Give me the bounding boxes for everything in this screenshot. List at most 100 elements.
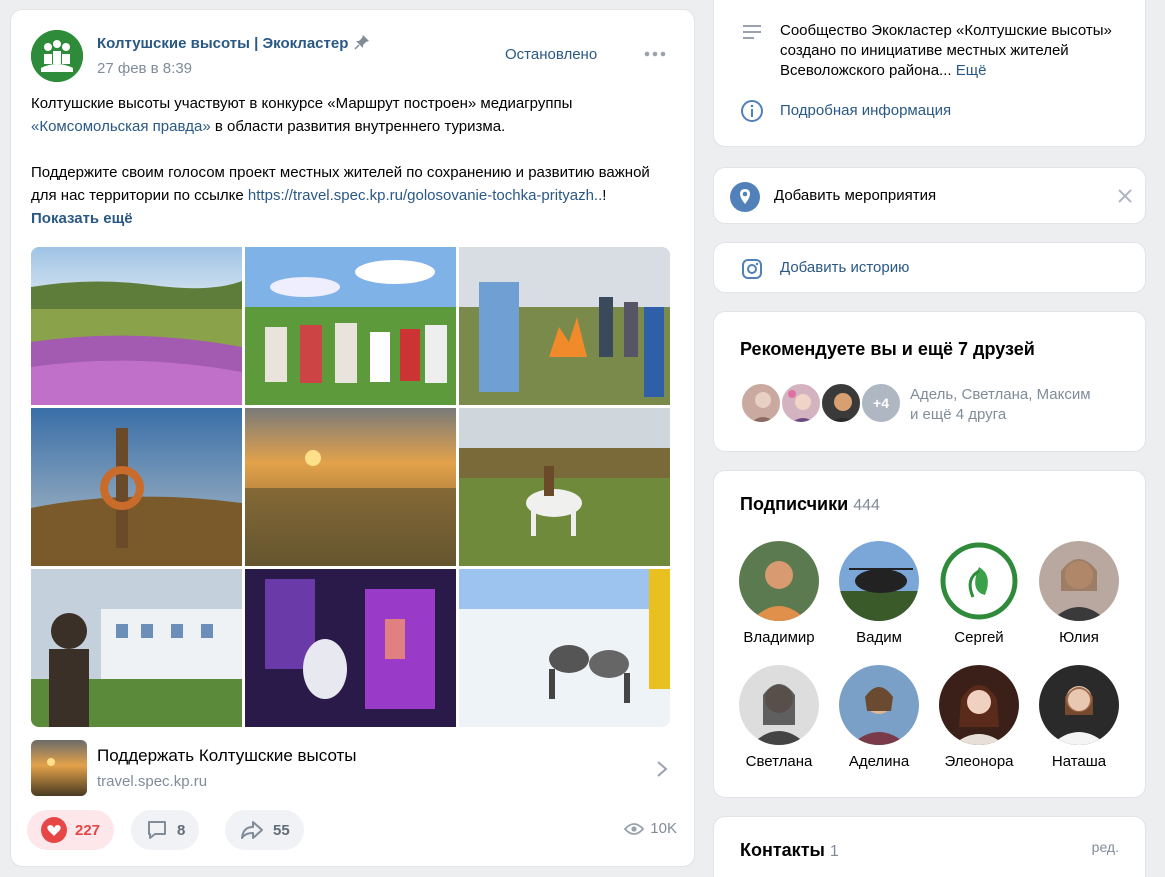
comment-button[interactable]: 8: [131, 810, 200, 850]
avatar: [839, 541, 919, 621]
photo-wreath-pole[interactable]: [31, 408, 242, 566]
recommend-names-more: и ещё 4 друга: [910, 406, 1007, 423]
edit-contacts-link[interactable]: ред.: [1092, 839, 1119, 855]
attachment-title[interactable]: Поддержать Колтушские высоты: [97, 746, 357, 766]
about-more-link[interactable]: Ещё: [956, 62, 987, 79]
link-attachment[interactable]: Поддержать Колтушские высоты travel.spec…: [31, 740, 676, 798]
add-story-card[interactable]: Добавить историю: [713, 242, 1146, 293]
more-icon[interactable]: [643, 44, 667, 64]
contacts-count: 1: [829, 843, 839, 860]
recommend-card: Рекомендуете вы и ещё 7 друзей +4 Адель,…: [713, 311, 1146, 452]
attachment-url: travel.spec.kp.ru: [97, 773, 208, 790]
avatar: [1039, 665, 1119, 745]
about-text: Сообщество Экокластер «Колтушские высоты…: [780, 21, 1120, 81]
author-name[interactable]: Колтушские высоты | Экокластер: [97, 35, 348, 52]
eye-icon: [624, 822, 645, 835]
avatar: [739, 541, 819, 621]
photo-bust-building[interactable]: [31, 569, 242, 727]
share-button[interactable]: 55: [225, 810, 304, 850]
text-fragment: !: [602, 187, 607, 204]
comment-icon: [148, 821, 166, 839]
close-icon[interactable]: [1114, 185, 1136, 207]
views-counter: 10K: [624, 820, 677, 837]
photo-museum-lights[interactable]: [245, 569, 456, 727]
text-fragment: Колтушские высоты участвуют в конкурсе «…: [31, 95, 573, 112]
like-count: 227: [75, 821, 101, 839]
add-events-card[interactable]: Добавить мероприятия: [713, 167, 1146, 224]
instagram-icon: [742, 259, 762, 279]
photo-bonfire-dance[interactable]: [459, 247, 670, 405]
kp-link[interactable]: «Комсомольская правда»: [31, 118, 211, 135]
photo-gallery: [31, 247, 671, 727]
location-pin-icon: [730, 182, 760, 212]
about-card: Сообщество Экокластер «Колтушские высоты…: [713, 0, 1146, 147]
heart-icon: [41, 817, 67, 843]
post-actions: 227 8 55 10K: [27, 810, 677, 854]
share-icon: [241, 821, 263, 839]
friend-avatar[interactable]: [740, 382, 782, 424]
subscriber[interactable]: Аделина: [831, 665, 927, 770]
views-count: 10K: [650, 820, 677, 837]
subscriber[interactable]: Юлия: [1031, 541, 1127, 646]
about-description: Сообщество Экокластер «Колтушские высоты…: [780, 22, 1112, 79]
avatar: [839, 665, 919, 745]
avatar: [939, 541, 1019, 621]
post-author[interactable]: Колтушские высоты | Экокластер: [97, 34, 370, 52]
subscriber-name: Сергей: [954, 629, 1004, 646]
subscribers-count: 444: [853, 497, 880, 514]
subscriber-name: Владимир: [743, 629, 815, 646]
recommend-names-line: Адель, Светлана, Максим: [910, 386, 1091, 403]
contacts-card: Контакты 1 ред.: [713, 816, 1146, 877]
subscriber-name: Юлия: [1059, 629, 1099, 646]
post-paragraph-2: Поддержите своим голосом проект местных …: [31, 161, 676, 230]
status-stopped[interactable]: Остановлено: [505, 46, 597, 63]
more-friends-badge[interactable]: +4: [860, 382, 902, 424]
subscriber-name: Светлана: [745, 753, 813, 770]
recommend-title: Рекомендуете вы и ещё 7 друзей: [740, 339, 1035, 359]
subscribers-title[interactable]: Подписчики 444: [740, 494, 880, 515]
subscriber[interactable]: Светлана: [731, 665, 827, 770]
recommend-names[interactable]: Адель, Светлана, Максим и ещё 4 друга: [910, 385, 1091, 425]
photo-horse-rider[interactable]: [459, 408, 670, 566]
like-button[interactable]: 227: [27, 810, 115, 850]
chevron-right-icon[interactable]: [656, 760, 668, 778]
avatar: [939, 665, 1019, 745]
photo-meadow-fireweed[interactable]: [31, 247, 242, 405]
subscribers-card: Подписчики 444 Владимир Вадим Сергей Юли…: [713, 470, 1146, 798]
post-paragraph-1: Колтушские высоты участвуют в конкурсе «…: [31, 92, 676, 138]
add-events-label[interactable]: Добавить мероприятия: [774, 187, 936, 204]
photo-husky-sled[interactable]: [459, 569, 670, 727]
friend-avatar[interactable]: [820, 382, 862, 424]
subscriber[interactable]: Сергей: [931, 541, 1027, 646]
subscriber-name: Вадим: [856, 629, 902, 646]
subscriber-name: Аделина: [848, 753, 910, 770]
avatar: [1039, 541, 1119, 621]
post-date[interactable]: 27 фев в 8:39: [97, 60, 192, 77]
photo-folk-costumes[interactable]: [245, 247, 456, 405]
post-header: Колтушские высоты | Экокластер 27 фев в …: [31, 30, 676, 82]
description-icon: [743, 25, 761, 39]
contacts-title[interactable]: Контакты 1: [740, 840, 839, 861]
community-avatar[interactable]: [31, 30, 83, 82]
post-text: Колтушские высоты участвуют в конкурсе «…: [31, 92, 676, 230]
post-card: Колтушские высоты | Экокластер 27 фев в …: [10, 9, 695, 867]
subscriber[interactable]: Вадим: [831, 541, 927, 646]
subscriber[interactable]: Владимир: [731, 541, 827, 646]
subscriber-name: Наташа: [1051, 753, 1107, 770]
friend-avatar[interactable]: [780, 382, 822, 424]
subscriber[interactable]: Наташа: [1031, 665, 1127, 770]
vote-link[interactable]: https://travel.spec.kp.ru/golosovanie-to…: [248, 187, 602, 204]
photo-sunrise-field[interactable]: [245, 408, 456, 566]
add-story-label[interactable]: Добавить историю: [780, 259, 909, 276]
text-fragment: в области развития внутреннего туризма.: [210, 118, 506, 135]
share-count: 55: [273, 821, 290, 839]
comment-count: 8: [177, 821, 186, 839]
subscribers-label: Подписчики: [740, 494, 849, 514]
attachment-thumbnail: [31, 740, 87, 796]
contacts-label: Контакты: [740, 840, 825, 860]
subscriber[interactable]: Элеонора: [931, 665, 1027, 770]
show-more-link[interactable]: Показать ещё: [31, 210, 133, 227]
pin-icon: [354, 35, 370, 50]
details-link[interactable]: Подробная информация: [780, 102, 951, 119]
